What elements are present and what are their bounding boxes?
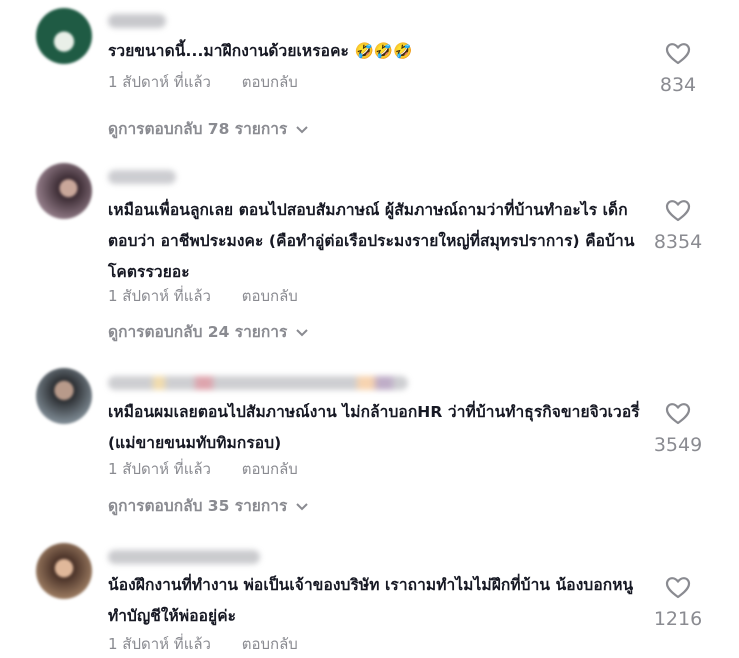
username-blurred[interactable] [108, 170, 176, 184]
comment-text: เหมือนเพื่อนลูกเลย ตอนไปสอบสัมภาษณ์ ผู้ส… [108, 201, 635, 281]
like-count: 1216 [653, 608, 703, 630]
view-replies-button[interactable]: ดูการตอบกลับ 24 รายการ [108, 319, 309, 344]
username-blurred[interactable] [108, 550, 260, 564]
like-control[interactable]: 8354 [643, 199, 713, 253]
reply-button[interactable]: ตอบกลับ [242, 635, 298, 653]
comment-meta: 1 สัปดาห์ ที่แล้ว ตอบกลับ [108, 632, 298, 656]
avatar[interactable] [36, 543, 92, 599]
timestamp: 1 สัปดาห์ ที่แล้ว [108, 287, 211, 305]
avatar[interactable] [36, 163, 92, 219]
like-count: 8354 [653, 231, 703, 253]
avatar[interactable] [36, 8, 92, 64]
username-blurred[interactable] [108, 14, 166, 28]
reply-button[interactable]: ตอบกลับ [242, 73, 298, 91]
comment-text: รวยขนาดนี้...มาฝึกงานด้วยเหรอคะ 🤣🤣🤣 [108, 42, 413, 60]
timestamp: 1 สัปดาห์ ที่แล้ว [108, 460, 211, 478]
view-replies-button[interactable]: ดูการตอบกลับ 78 รายการ [108, 116, 309, 141]
comment-meta: 1 สัปดาห์ ที่แล้ว ตอบกลับ [108, 70, 298, 94]
view-replies-button[interactable]: ดูการตอบกลับ 35 รายการ [108, 493, 309, 518]
like-control[interactable]: 834 [643, 42, 713, 96]
chevron-down-icon [295, 324, 309, 342]
username-blurred[interactable] [108, 376, 408, 390]
heart-outline-icon[interactable] [643, 199, 713, 227]
like-count: 3549 [653, 434, 703, 456]
avatar[interactable] [36, 368, 92, 424]
heart-outline-icon[interactable] [643, 576, 713, 604]
timestamp: 1 สัปดาห์ ที่แล้ว [108, 635, 211, 653]
chevron-down-icon [295, 121, 309, 139]
comment-text: น้องฝึกงานที่ทำงาน พ่อเป็นเจ้าของบริษัท … [108, 576, 634, 625]
timestamp: 1 สัปดาห์ ที่แล้ว [108, 73, 211, 91]
view-replies-label: ดูการตอบกลับ 78 รายการ [108, 120, 288, 138]
like-count: 834 [659, 74, 697, 96]
chevron-down-icon [295, 498, 309, 516]
comment-meta: 1 สัปดาห์ ที่แล้ว ตอบกลับ [108, 284, 298, 308]
reply-button[interactable]: ตอบกลับ [242, 460, 298, 478]
view-replies-label: ดูการตอบกลับ 35 รายการ [108, 497, 288, 515]
comment-meta: 1 สัปดาห์ ที่แล้ว ตอบกลับ [108, 457, 298, 481]
reply-button[interactable]: ตอบกลับ [242, 287, 298, 305]
like-control[interactable]: 3549 [643, 402, 713, 456]
view-replies-label: ดูการตอบกลับ 24 รายการ [108, 323, 288, 341]
like-control[interactable]: 1216 [643, 576, 713, 630]
heart-outline-icon[interactable] [643, 402, 713, 430]
heart-outline-icon[interactable] [643, 42, 713, 70]
comment-text: เหมือนผมเลยตอนไปสัมภาษณ์งาน ไม่กล้าบอกHR… [108, 403, 640, 452]
